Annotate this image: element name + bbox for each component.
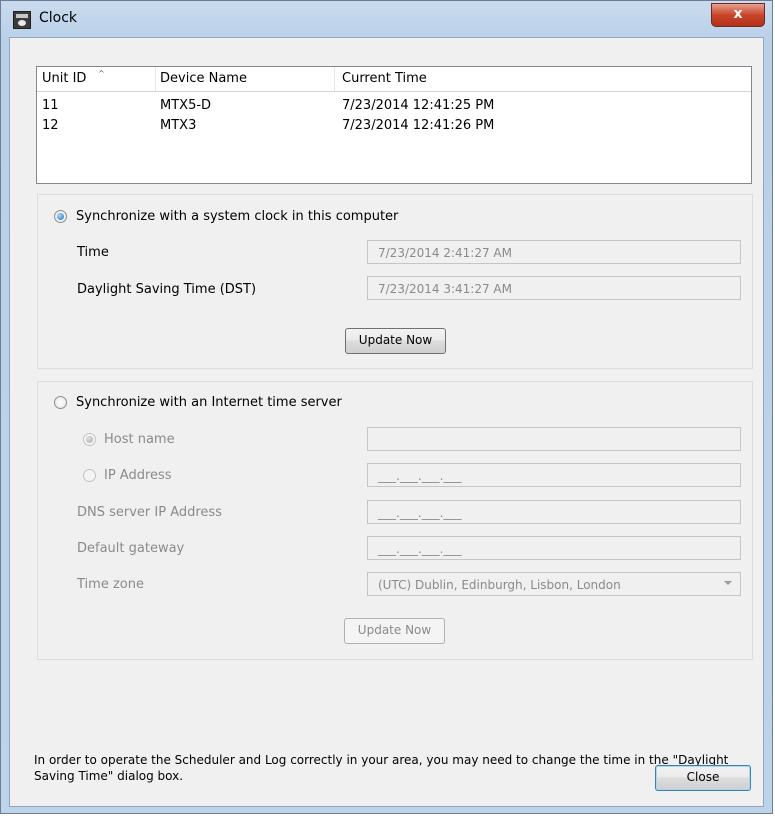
dns-server-label: DNS server IP Address — [77, 505, 222, 520]
window-close-button[interactable]: x — [711, 3, 765, 27]
ip-address-radio[interactable] — [83, 469, 96, 482]
cell-current-time: 7/23/2014 12:41:25 PM — [342, 98, 495, 113]
cell-unit-id: 11 — [42, 98, 59, 113]
internet-time-group: Synchronize with an Internet time server… — [37, 381, 753, 660]
clock-app-icon — [13, 11, 31, 29]
column-header-label: Unit ID — [42, 71, 87, 86]
title-bar[interactable]: Clock x — [1, 1, 772, 37]
table-row[interactable]: 12 MTX3 7/23/2014 12:41:26 PM — [37, 118, 751, 135]
cell-current-time: 7/23/2014 12:41:26 PM — [342, 118, 495, 133]
device-list[interactable]: Unit ID ^ Device Name Current Time 11 MT… — [36, 66, 752, 184]
internet-update-now-button[interactable]: Update Now — [344, 618, 445, 644]
dialog-body: Unit ID ^ Device Name Current Time 11 MT… — [9, 37, 764, 807]
system-clock-radio[interactable] — [54, 210, 67, 223]
time-zone-value: (UTC) Dublin, Edinburgh, Lisbon, London — [378, 578, 621, 592]
close-button[interactable]: Close — [655, 765, 751, 791]
column-divider[interactable] — [155, 67, 156, 91]
system-clock-group: Synchronize with a system clock in this … — [37, 194, 753, 369]
dst-field: 7/23/2014 3:41:27 AM — [367, 276, 741, 300]
default-gateway-input[interactable]: ___.___.___.___ — [367, 536, 741, 560]
system-clock-radio-label[interactable]: Synchronize with a system clock in this … — [76, 209, 398, 224]
column-header-current-time[interactable]: Current Time — [342, 71, 427, 86]
host-name-label: Host name — [104, 432, 175, 447]
window-title: Clock — [39, 10, 78, 26]
time-field: 7/23/2014 2:41:27 AM — [367, 240, 741, 264]
update-now-button[interactable]: Update Now — [345, 328, 446, 354]
cell-unit-id: 12 — [42, 118, 59, 133]
ip-address-label: IP Address — [104, 468, 172, 483]
table-row[interactable]: 11 MTX5-D 7/23/2014 12:41:25 PM — [37, 98, 751, 115]
close-icon: x — [733, 6, 743, 22]
time-zone-select[interactable]: (UTC) Dublin, Edinburgh, Lisbon, London — [367, 572, 741, 596]
dst-label: Daylight Saving Time (DST) — [77, 282, 257, 297]
time-label: Time — [77, 245, 109, 260]
column-header-unit-id[interactable]: Unit ID ^ — [42, 69, 105, 86]
time-zone-label: Time zone — [77, 577, 144, 592]
host-name-radio[interactable] — [83, 433, 96, 446]
column-header-device-name[interactable]: Device Name — [160, 71, 247, 86]
ip-address-input[interactable]: ___.___.___.___ — [367, 463, 741, 487]
internet-time-radio[interactable] — [54, 396, 67, 409]
clock-dialog: Clock x Unit ID ^ Device Name Current Ti… — [0, 0, 773, 814]
device-list-header: Unit ID ^ Device Name Current Time — [37, 67, 751, 92]
host-name-input[interactable] — [367, 427, 741, 451]
sort-ascending-icon: ^ — [98, 69, 105, 78]
column-divider[interactable] — [334, 67, 335, 91]
cell-device-name: MTX5-D — [160, 98, 212, 113]
cell-device-name: MTX3 — [160, 118, 197, 133]
internet-time-radio-label[interactable]: Synchronize with an Internet time server — [76, 395, 342, 410]
dns-server-input[interactable]: ___.___.___.___ — [367, 500, 741, 524]
chevron-down-icon — [724, 581, 732, 585]
default-gateway-label: Default gateway — [77, 541, 185, 556]
